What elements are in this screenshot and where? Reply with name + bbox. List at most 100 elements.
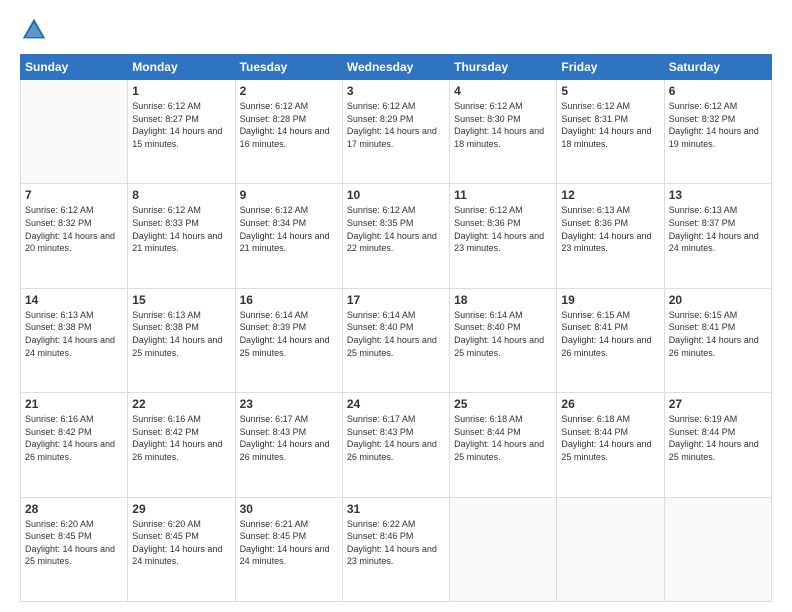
calendar-cell: 27 Sunrise: 6:19 AMSunset: 8:44 PMDayligh… (664, 393, 771, 497)
calendar-cell: 23 Sunrise: 6:17 AMSunset: 8:43 PMDayligh… (235, 393, 342, 497)
day-number: 12 (561, 188, 659, 202)
day-number: 25 (454, 397, 552, 411)
day-info: Sunrise: 6:12 AMSunset: 8:35 PMDaylight:… (347, 204, 445, 254)
day-info: Sunrise: 6:19 AMSunset: 8:44 PMDaylight:… (669, 413, 767, 463)
calendar-cell: 2Sunrise: 6:12 AMSunset: 8:28 PMDaylight… (235, 80, 342, 184)
day-info: Sunrise: 6:13 AMSunset: 8:37 PMDaylight:… (669, 204, 767, 254)
day-number: 5 (561, 84, 659, 98)
day-number: 15 (132, 293, 230, 307)
day-info: Sunrise: 6:14 AMSunset: 8:39 PMDaylight:… (240, 309, 338, 359)
day-info: Sunrise: 6:12 AMSunset: 8:28 PMDaylight:… (240, 100, 338, 150)
day-info: Sunrise: 6:12 AMSunset: 8:33 PMDaylight:… (132, 204, 230, 254)
day-info: Sunrise: 6:20 AMSunset: 8:45 PMDaylight:… (25, 518, 123, 568)
day-number: 23 (240, 397, 338, 411)
day-number: 30 (240, 502, 338, 516)
calendar-week-5: 28 Sunrise: 6:20 AMSunset: 8:45 PMDayligh… (21, 497, 772, 601)
calendar-cell (450, 497, 557, 601)
day-info: Sunrise: 6:15 AMSunset: 8:41 PMDaylight:… (561, 309, 659, 359)
calendar: SundayMondayTuesdayWednesdayThursdayFrid… (20, 54, 772, 602)
day-number: 26 (561, 397, 659, 411)
day-number: 18 (454, 293, 552, 307)
weekday-header-thursday: Thursday (450, 55, 557, 80)
calendar-cell: 30 Sunrise: 6:21 AMSunset: 8:45 PMDayligh… (235, 497, 342, 601)
calendar-cell: 31Sunrise: 6:22 AMSunset: 8:46 PMDayligh… (342, 497, 449, 601)
weekday-header-monday: Monday (128, 55, 235, 80)
day-number: 19 (561, 293, 659, 307)
calendar-cell: 24Sunrise: 6:17 AMSunset: 8:43 PMDayligh… (342, 393, 449, 497)
day-info: Sunrise: 6:18 AMSunset: 8:44 PMDaylight:… (454, 413, 552, 463)
day-number: 6 (669, 84, 767, 98)
calendar-cell: 28 Sunrise: 6:20 AMSunset: 8:45 PMDayligh… (21, 497, 128, 601)
day-number: 4 (454, 84, 552, 98)
calendar-cell: 21 Sunrise: 6:16 AMSunset: 8:42 PMDayligh… (21, 393, 128, 497)
day-number: 8 (132, 188, 230, 202)
day-number: 17 (347, 293, 445, 307)
calendar-cell: 22 Sunrise: 6:16 AMSunset: 8:42 PMDayligh… (128, 393, 235, 497)
calendar-cell: 10 Sunrise: 6:12 AMSunset: 8:35 PMDayligh… (342, 184, 449, 288)
calendar-week-3: 14 Sunrise: 6:13 AMSunset: 8:38 PMDayligh… (21, 288, 772, 392)
logo (20, 16, 52, 44)
day-info: Sunrise: 6:16 AMSunset: 8:42 PMDaylight:… (132, 413, 230, 463)
calendar-cell: 14 Sunrise: 6:13 AMSunset: 8:38 PMDayligh… (21, 288, 128, 392)
weekday-header-sunday: Sunday (21, 55, 128, 80)
calendar-cell: 29 Sunrise: 6:20 AMSunset: 8:45 PMDayligh… (128, 497, 235, 601)
day-info: Sunrise: 6:22 AMSunset: 8:46 PMDaylight:… (347, 518, 445, 568)
day-number: 3 (347, 84, 445, 98)
calendar-cell: 16Sunrise: 6:14 AMSunset: 8:39 PMDayligh… (235, 288, 342, 392)
calendar-cell: 18Sunrise: 6:14 AMSunset: 8:40 PMDayligh… (450, 288, 557, 392)
day-info: Sunrise: 6:18 AMSunset: 8:44 PMDaylight:… (561, 413, 659, 463)
calendar-header: SundayMondayTuesdayWednesdayThursdayFrid… (21, 55, 772, 80)
day-number: 14 (25, 293, 123, 307)
day-info: Sunrise: 6:12 AMSunset: 8:34 PMDaylight:… (240, 204, 338, 254)
calendar-cell: 26 Sunrise: 6:18 AMSunset: 8:44 PMDayligh… (557, 393, 664, 497)
weekday-header-saturday: Saturday (664, 55, 771, 80)
header (20, 16, 772, 44)
day-number: 28 (25, 502, 123, 516)
calendar-week-2: 7 Sunrise: 6:12 AMSunset: 8:32 PMDaylight… (21, 184, 772, 288)
day-info: Sunrise: 6:14 AMSunset: 8:40 PMDaylight:… (347, 309, 445, 359)
day-number: 9 (240, 188, 338, 202)
calendar-cell: 6 Sunrise: 6:12 AMSunset: 8:32 PMDaylight… (664, 80, 771, 184)
day-info: Sunrise: 6:21 AMSunset: 8:45 PMDaylight:… (240, 518, 338, 568)
calendar-cell: 9 Sunrise: 6:12 AMSunset: 8:34 PMDaylight… (235, 184, 342, 288)
day-number: 10 (347, 188, 445, 202)
day-info: Sunrise: 6:12 AMSunset: 8:32 PMDaylight:… (669, 100, 767, 150)
calendar-cell: 20Sunrise: 6:15 AMSunset: 8:41 PMDayligh… (664, 288, 771, 392)
calendar-cell (557, 497, 664, 601)
page: SundayMondayTuesdayWednesdayThursdayFrid… (0, 0, 792, 612)
day-number: 7 (25, 188, 123, 202)
calendar-cell: 4 Sunrise: 6:12 AMSunset: 8:30 PMDaylight… (450, 80, 557, 184)
weekday-header-tuesday: Tuesday (235, 55, 342, 80)
day-info: Sunrise: 6:13 AMSunset: 8:38 PMDaylight:… (132, 309, 230, 359)
day-info: Sunrise: 6:12 AMSunset: 8:30 PMDaylight:… (454, 100, 552, 150)
day-info: Sunrise: 6:12 AMSunset: 8:36 PMDaylight:… (454, 204, 552, 254)
calendar-cell: 7 Sunrise: 6:12 AMSunset: 8:32 PMDaylight… (21, 184, 128, 288)
calendar-cell: 11 Sunrise: 6:12 AMSunset: 8:36 PMDayligh… (450, 184, 557, 288)
logo-icon (20, 16, 48, 44)
weekday-header-wednesday: Wednesday (342, 55, 449, 80)
day-info: Sunrise: 6:12 AMSunset: 8:32 PMDaylight:… (25, 204, 123, 254)
calendar-cell: 12 Sunrise: 6:13 AMSunset: 8:36 PMDayligh… (557, 184, 664, 288)
day-info: Sunrise: 6:16 AMSunset: 8:42 PMDaylight:… (25, 413, 123, 463)
calendar-cell: 17 Sunrise: 6:14 AMSunset: 8:40 PMDayligh… (342, 288, 449, 392)
day-info: Sunrise: 6:13 AMSunset: 8:36 PMDaylight:… (561, 204, 659, 254)
day-number: 27 (669, 397, 767, 411)
calendar-cell: 19 Sunrise: 6:15 AMSunset: 8:41 PMDayligh… (557, 288, 664, 392)
day-number: 29 (132, 502, 230, 516)
day-info: Sunrise: 6:12 AMSunset: 8:27 PMDaylight:… (132, 100, 230, 150)
day-info: Sunrise: 6:17 AMSunset: 8:43 PMDaylight:… (240, 413, 338, 463)
day-info: Sunrise: 6:20 AMSunset: 8:45 PMDaylight:… (132, 518, 230, 568)
calendar-cell (664, 497, 771, 601)
day-info: Sunrise: 6:15 AMSunset: 8:41 PMDaylight:… (669, 309, 767, 359)
weekday-row: SundayMondayTuesdayWednesdayThursdayFrid… (21, 55, 772, 80)
day-number: 21 (25, 397, 123, 411)
weekday-header-friday: Friday (557, 55, 664, 80)
day-number: 1 (132, 84, 230, 98)
calendar-cell: 25 Sunrise: 6:18 AMSunset: 8:44 PMDayligh… (450, 393, 557, 497)
day-number: 22 (132, 397, 230, 411)
calendar-cell: 1 Sunrise: 6:12 AMSunset: 8:27 PMDaylight… (128, 80, 235, 184)
day-number: 24 (347, 397, 445, 411)
day-info: Sunrise: 6:13 AMSunset: 8:38 PMDaylight:… (25, 309, 123, 359)
calendar-week-4: 21 Sunrise: 6:16 AMSunset: 8:42 PMDayligh… (21, 393, 772, 497)
day-number: 11 (454, 188, 552, 202)
